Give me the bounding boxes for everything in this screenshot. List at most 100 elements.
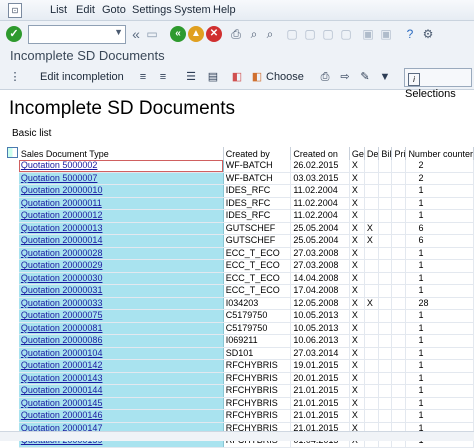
sales-document-link[interactable]: Quotation 20000010	[18, 184, 224, 198]
new-session-icon[interactable]: ▣	[360, 26, 376, 42]
sales-document-link[interactable]: Quotation 20000030	[18, 272, 224, 285]
column-header[interactable]: Pri	[391, 147, 407, 160]
table-row[interactable]: Quotation 5000002 WF-BATCH 26.02.2015 X 2	[5, 160, 474, 173]
table-row[interactable]: Quotation 20000028 ECC_T_ECO 27.03.2008 X 1	[5, 247, 474, 260]
table-row[interactable]: Quotation 20000031 ECC_T_ECO 17.04.2008 X 1	[5, 284, 474, 298]
table-row[interactable]: Quotation 20000146 RFCHYBRIS 21.01.2015 X 1	[5, 409, 474, 423]
table-row[interactable]: Quotation 20000030 ECC_T_ECO 14.04.2008 X 1	[5, 272, 474, 285]
shortcut-icon[interactable]: ▣	[378, 26, 394, 42]
table-row[interactable]: Quotation 20000104 SD101 27.03.2014 X 1	[5, 347, 474, 360]
menu-system[interactable]: System	[174, 4, 211, 16]
table-row[interactable]: Quotation 20000081 C5179750 10.05.2013 X 1	[5, 322, 474, 335]
help-icon[interactable]: ?	[402, 26, 418, 42]
row-selector[interactable]	[5, 322, 19, 335]
row-selector[interactable]	[5, 222, 19, 235]
row-selector[interactable]	[5, 384, 19, 397]
edit-incompletion-button[interactable]: Edit incompletion	[40, 69, 124, 85]
row-selector[interactable]	[5, 160, 19, 172]
selections-button[interactable]: i Selections	[404, 68, 472, 100]
last-page-icon[interactable]: ▢	[338, 26, 354, 42]
sales-document-link[interactable]: Quotation 20000143	[18, 372, 224, 385]
table-row[interactable]: Quotation 20000010 IDES_RFC 11.02.2004 X 1	[5, 184, 474, 198]
exit-icon[interactable]: ▲	[188, 26, 204, 42]
hierarchy-icon[interactable]: ⋮	[8, 70, 22, 84]
row-selector[interactable]	[5, 184, 19, 197]
table-row[interactable]: Quotation 20000029 ECC_T_ECO 27.03.2008 X 1	[5, 259, 474, 273]
command-field[interactable]: ▼	[28, 25, 126, 44]
column-header[interactable]: Ge	[349, 147, 365, 160]
column-header[interactable]: Sales Document Type	[18, 147, 224, 160]
table-row[interactable]: Quotation 20000145 RFCHYBRIS 21.01.2015 X 1	[5, 397, 474, 410]
row-selector[interactable]	[5, 284, 19, 297]
export-icon[interactable]: ⇨	[338, 70, 352, 84]
table-row[interactable]: Quotation 20000033 I034203 12.05.2008 X X 28	[5, 297, 474, 310]
find-icon[interactable]: ⌕	[246, 26, 262, 42]
sales-document-link[interactable]: Quotation 20000075	[18, 309, 224, 323]
menu-settings[interactable]: Settings	[132, 4, 172, 16]
collapse-icon[interactable]: «	[128, 26, 144, 42]
next-page-icon[interactable]: ▢	[320, 26, 336, 42]
funnel-icon[interactable]: ▼	[378, 70, 392, 84]
column-header[interactable]: Bil	[378, 147, 393, 160]
menu-edit[interactable]: Edit	[76, 4, 95, 16]
sales-document-link[interactable]: Quotation 20000086	[18, 334, 224, 348]
sales-document-link[interactable]: Quotation 20000145	[18, 397, 224, 410]
row-selector[interactable]	[5, 247, 19, 260]
sales-document-link[interactable]: Quotation 20000011	[18, 197, 224, 210]
app-menu-icon[interactable]: ⊡	[8, 3, 22, 18]
row-selector[interactable]	[5, 297, 19, 310]
row-selector[interactable]	[5, 359, 19, 372]
sort-ascending-icon[interactable]: ≡	[136, 70, 150, 84]
table-row[interactable]: Quotation 20000011 IDES_RFC 11.02.2004 X 1	[5, 197, 474, 210]
row-selector[interactable]	[5, 197, 19, 210]
row-selector[interactable]	[5, 209, 19, 222]
grid-settings-icon[interactable]	[7, 147, 18, 158]
table-row[interactable]: Quotation 20000014 GUTSCHEF 25.05.2004 X X 6	[5, 234, 474, 248]
column-header[interactable]: Number counter	[405, 147, 474, 160]
table-row[interactable]: Quotation 20000142 RFCHYBRIS 19.01.2015 X 1	[5, 359, 474, 373]
table-row[interactable]: Quotation 5000007 WF-BATCH 03.03.2015 X 2	[5, 172, 474, 185]
edit-icon[interactable]: ✎	[358, 70, 372, 84]
sales-document-link[interactable]: Quotation 20000142	[18, 359, 224, 373]
chevron-down-icon[interactable]: ▼	[114, 27, 123, 37]
sales-document-link[interactable]: Quotation 20000012	[18, 209, 224, 223]
ok-icon[interactable]: ✓	[6, 26, 22, 42]
settings-icon[interactable]: ⚙	[420, 26, 436, 42]
menu-list[interactable]: List	[50, 4, 67, 16]
sales-document-link[interactable]: Quotation 5000007	[18, 172, 224, 185]
print-list-icon[interactable]: ⎙	[318, 70, 332, 84]
table-row[interactable]: Quotation 20000086 I069211 10.06.2013 X 1	[5, 334, 474, 348]
sales-document-link[interactable]: Quotation 20000081	[18, 322, 224, 335]
column-header[interactable]: De	[364, 147, 380, 160]
row-selector[interactable]	[5, 334, 19, 347]
layout-icon[interactable]: ▤	[206, 70, 220, 84]
choose-button[interactable]: Choose	[266, 69, 304, 85]
sales-document-link[interactable]: Quotation 20000033	[18, 297, 224, 310]
save-icon[interactable]: ▭	[144, 26, 160, 42]
row-selector[interactable]	[5, 372, 19, 385]
column-header[interactable]: Created by	[223, 147, 292, 160]
first-page-icon[interactable]: ▢	[284, 26, 300, 42]
sales-document-link[interactable]: Quotation 20000031	[18, 284, 224, 298]
command-input[interactable]	[29, 26, 113, 41]
table-row[interactable]: Quotation 20000075 C5179750 10.05.2013 X 1	[5, 309, 474, 323]
menu-goto[interactable]: Goto	[102, 4, 126, 16]
column-header[interactable]: Created on	[290, 147, 350, 160]
row-selector[interactable]	[5, 347, 19, 360]
sales-document-link[interactable]: Quotation 20000014	[18, 234, 224, 248]
sales-document-link[interactable]: Quotation 20000028	[18, 247, 224, 260]
table-row[interactable]: Quotation 20000012 IDES_RFC 11.02.2004 X 1	[5, 209, 474, 223]
table-row[interactable]: Quotation 20000144 RFCHYBRIS 21.01.2015 X 1	[5, 384, 474, 398]
table-row[interactable]: Quotation 20000143 RFCHYBRIS 20.01.2015 X 1	[5, 372, 474, 385]
filter-icon[interactable]: ☰	[184, 70, 198, 84]
row-selector[interactable]	[5, 409, 19, 422]
row-selector[interactable]	[5, 259, 19, 272]
sales-document-link[interactable]: Quotation 20000104	[18, 347, 224, 360]
sales-document-link[interactable]: Quotation 20000144	[18, 384, 224, 398]
sort-descending-icon[interactable]: ≡	[156, 70, 170, 84]
row-selector[interactable]	[5, 397, 19, 410]
sales-document-link[interactable]: Quotation 20000013	[18, 222, 224, 235]
row-selector[interactable]	[5, 172, 19, 185]
row-selector[interactable]	[5, 272, 19, 285]
menu-help[interactable]: Help	[213, 4, 236, 16]
